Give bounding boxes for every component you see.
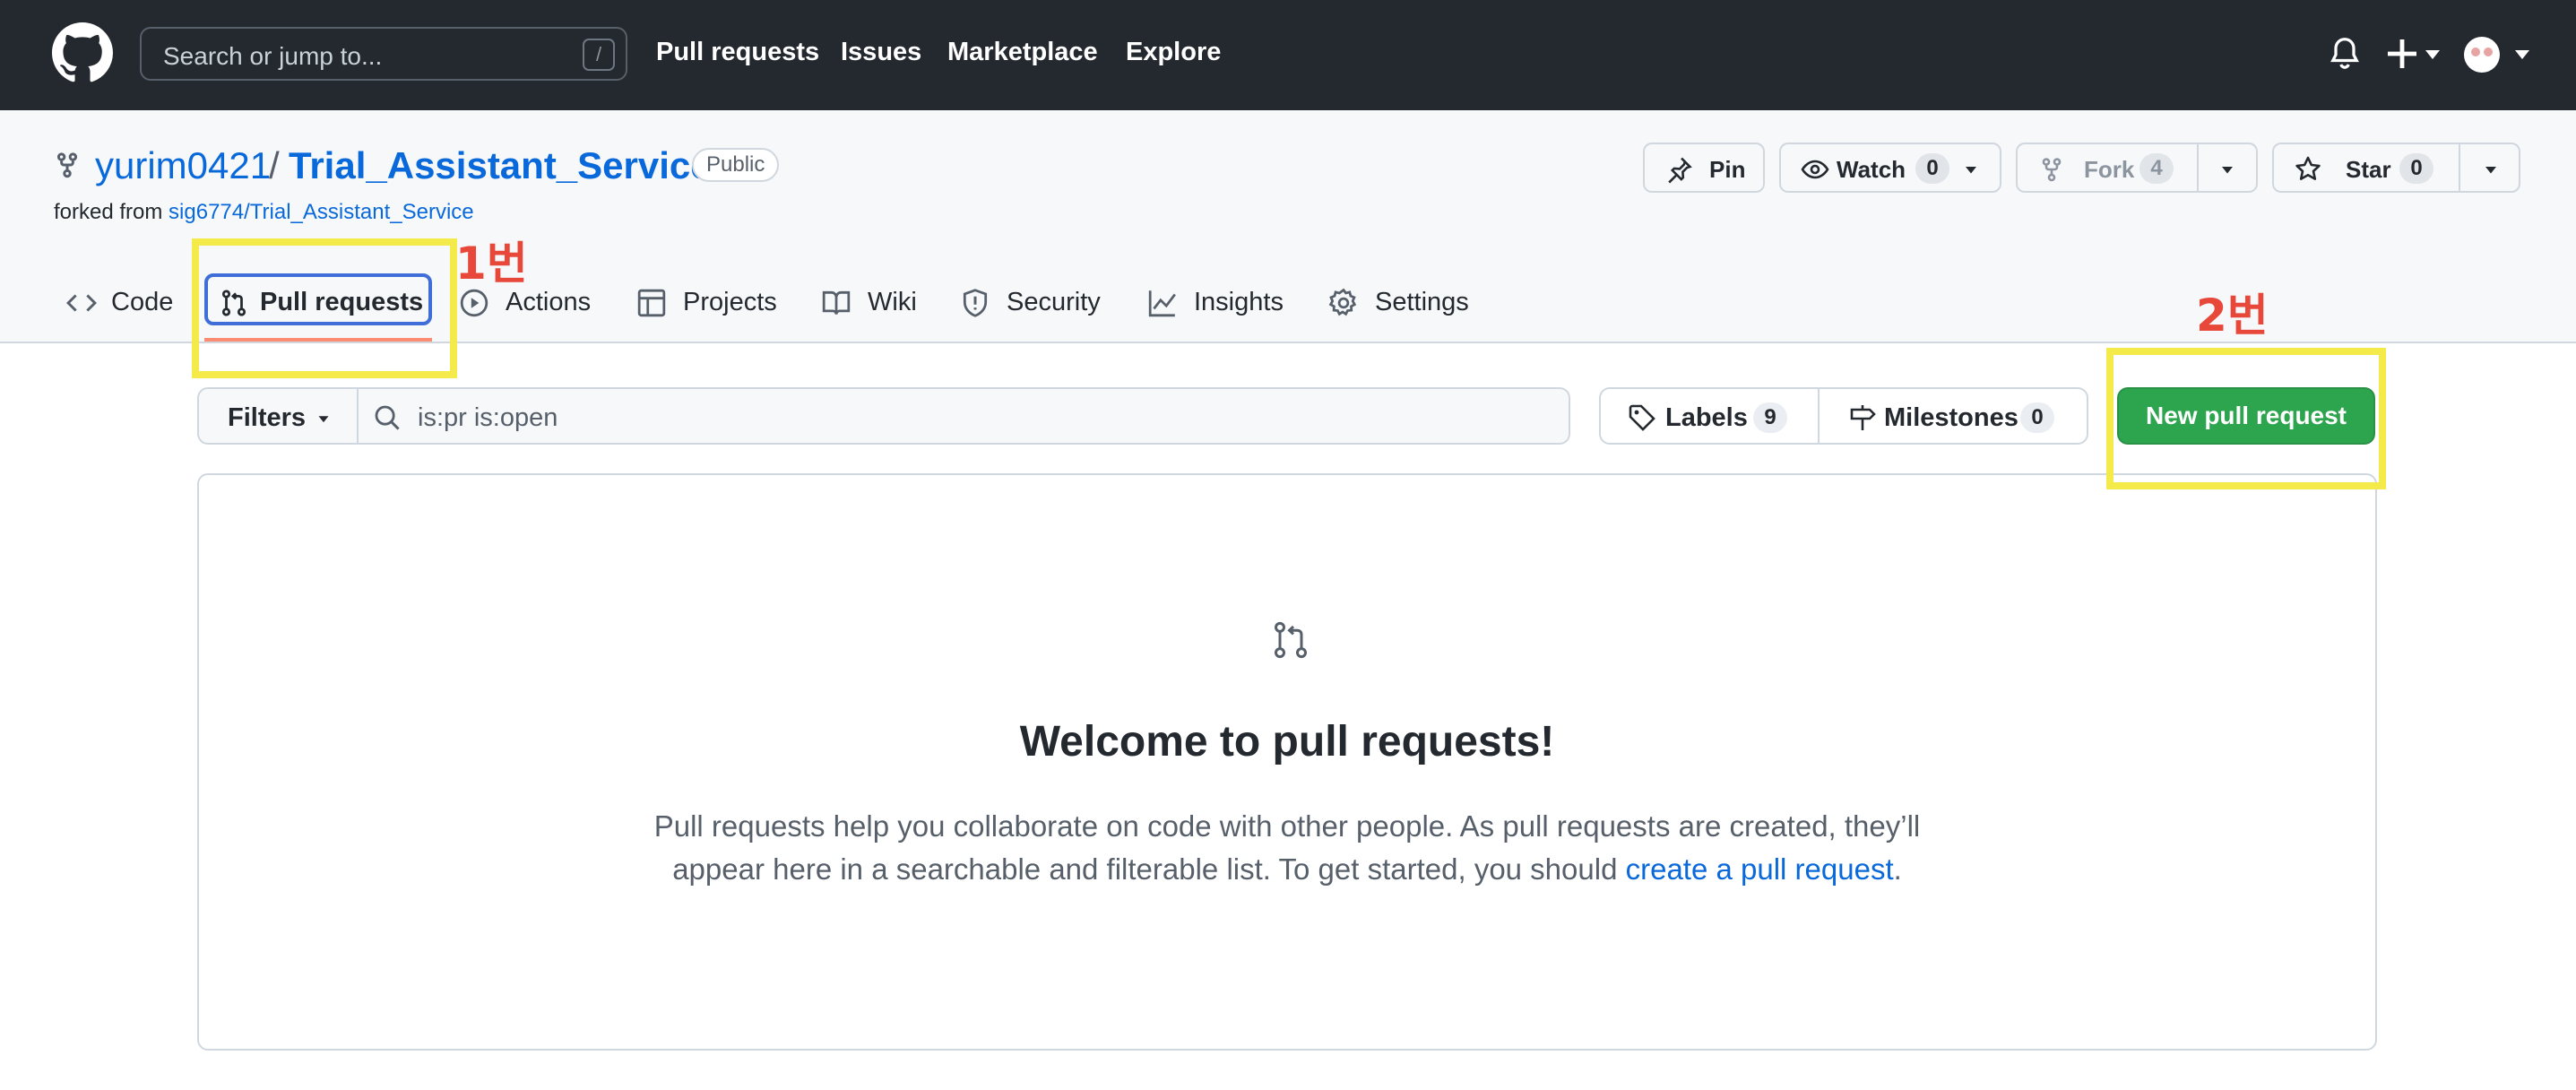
tab-settings-label: Settings	[1375, 288, 1469, 316]
watch-count: 0	[1915, 153, 1949, 184]
star-icon	[2295, 156, 2321, 180]
search-icon	[375, 405, 400, 430]
step1-highlight-box	[192, 238, 457, 378]
repo-owner-link[interactable]: yurim0421	[95, 144, 271, 187]
watch-dropdown-caret-icon	[1966, 167, 1976, 174]
blankslate-desc-suffix: .	[1893, 852, 1902, 886]
book-icon	[822, 290, 851, 315]
filters-caret-icon	[318, 416, 329, 423]
nav-marketplace[interactable]: Marketplace	[947, 38, 1098, 67]
notifications-bell-icon[interactable]	[2327, 36, 2363, 72]
watch-button[interactable]: Watch 0	[1779, 143, 2001, 193]
star-count: 0	[2399, 153, 2433, 184]
fork-count: 4	[2139, 153, 2174, 184]
github-logo-icon[interactable]	[52, 22, 113, 83]
forked-from-line: forked from sig6774/Trial_Assistant_Serv…	[54, 200, 474, 225]
tab-insights-label: Insights	[1194, 288, 1284, 316]
nav-pull-requests[interactable]: Pull requests	[656, 38, 819, 67]
create-new-plus-icon[interactable]	[2384, 34, 2442, 74]
nav-explore[interactable]: Explore	[1126, 38, 1221, 67]
blankslate-desc-line1: Pull requests help you collaborate on co…	[653, 809, 1921, 843]
play-circle-icon	[460, 289, 488, 317]
fork-divider	[2197, 144, 2199, 191]
tab-security-label: Security	[1007, 288, 1101, 316]
forked-from-link[interactable]: sig6774/Trial_Assistant_Service	[169, 200, 474, 224]
step2-highlight-box	[2106, 348, 2386, 489]
git-pull-request-large-icon	[1275, 621, 1307, 659]
user-avatar-menu-icon[interactable]	[2463, 36, 2533, 74]
milestones-button[interactable]: Milestones 0	[1818, 387, 2088, 445]
milestone-icon	[1850, 405, 1876, 430]
fork-icon	[2042, 158, 2062, 182]
global-search-input[interactable]: Search or jump to... /	[140, 27, 627, 81]
milestones-label: Milestones	[1884, 403, 2018, 432]
labels-button[interactable]: Labels 9	[1599, 387, 1820, 445]
star-dropdown-caret-icon[interactable]	[2480, 155, 2502, 184]
repo-forked-icon	[57, 152, 77, 178]
blankslate-title: Welcome to pull requests!	[1019, 718, 1555, 766]
tab-wiki-label: Wiki	[868, 288, 917, 316]
visibility-badge: Public	[692, 148, 780, 182]
fork-label: Fork	[2084, 156, 2135, 183]
create-pull-request-link[interactable]: create a pull request	[1626, 852, 1894, 886]
star-label: Star	[2346, 156, 2391, 183]
step1-annotation-label: 1번	[455, 238, 528, 290]
labels-count: 9	[1753, 402, 1787, 433]
star-divider	[2459, 144, 2460, 191]
labels-label: Labels	[1665, 403, 1748, 432]
nav-issues[interactable]: Issues	[841, 38, 921, 67]
search-placeholder: Search or jump to...	[163, 42, 383, 70]
global-header: Search or jump to... / Pull requests Iss…	[0, 0, 2576, 110]
step2-annotation-label: 2번	[2196, 290, 2269, 342]
star-button[interactable]: Star 0	[2272, 143, 2520, 193]
fork-button[interactable]: Fork 4	[2016, 143, 2258, 193]
pin-button[interactable]: Pin	[1643, 143, 1765, 193]
pin-icon	[1668, 157, 1692, 184]
tag-icon	[1629, 404, 1655, 431]
forked-from-prefix: forked from	[54, 200, 163, 224]
fork-dropdown-caret-icon[interactable]	[2217, 155, 2238, 184]
gear-icon	[1328, 288, 1357, 316]
graph-icon	[1148, 290, 1176, 317]
repo-path-separator: /	[269, 144, 280, 186]
shield-icon	[963, 289, 988, 317]
pull-requests-blankslate: Welcome to pull requests! Pull requests …	[197, 473, 2377, 1051]
pr-search-input[interactable]: is:pr is:open	[357, 387, 1570, 445]
filters-label: Filters	[228, 403, 307, 432]
blankslate-desc-line2: appear here in a searchable and filterab…	[672, 852, 1626, 886]
code-icon	[66, 294, 97, 312]
pin-label: Pin	[1709, 156, 1746, 183]
filters-dropdown-button[interactable]: Filters	[197, 387, 359, 445]
tab-projects-label: Projects	[683, 288, 777, 316]
watch-label: Watch	[1837, 156, 1906, 183]
repo-name-link[interactable]: Trial_Assistant_Service	[289, 144, 712, 187]
pr-search-query: is:pr is:open	[418, 403, 558, 432]
blankslate-description: Pull requests help you collaborate on co…	[629, 805, 1945, 891]
table-icon	[637, 289, 666, 317]
search-shortcut-key: /	[583, 39, 615, 71]
milestones-count: 0	[2020, 402, 2054, 433]
tab-code-label: Code	[111, 288, 174, 316]
eye-icon	[1801, 160, 1829, 179]
